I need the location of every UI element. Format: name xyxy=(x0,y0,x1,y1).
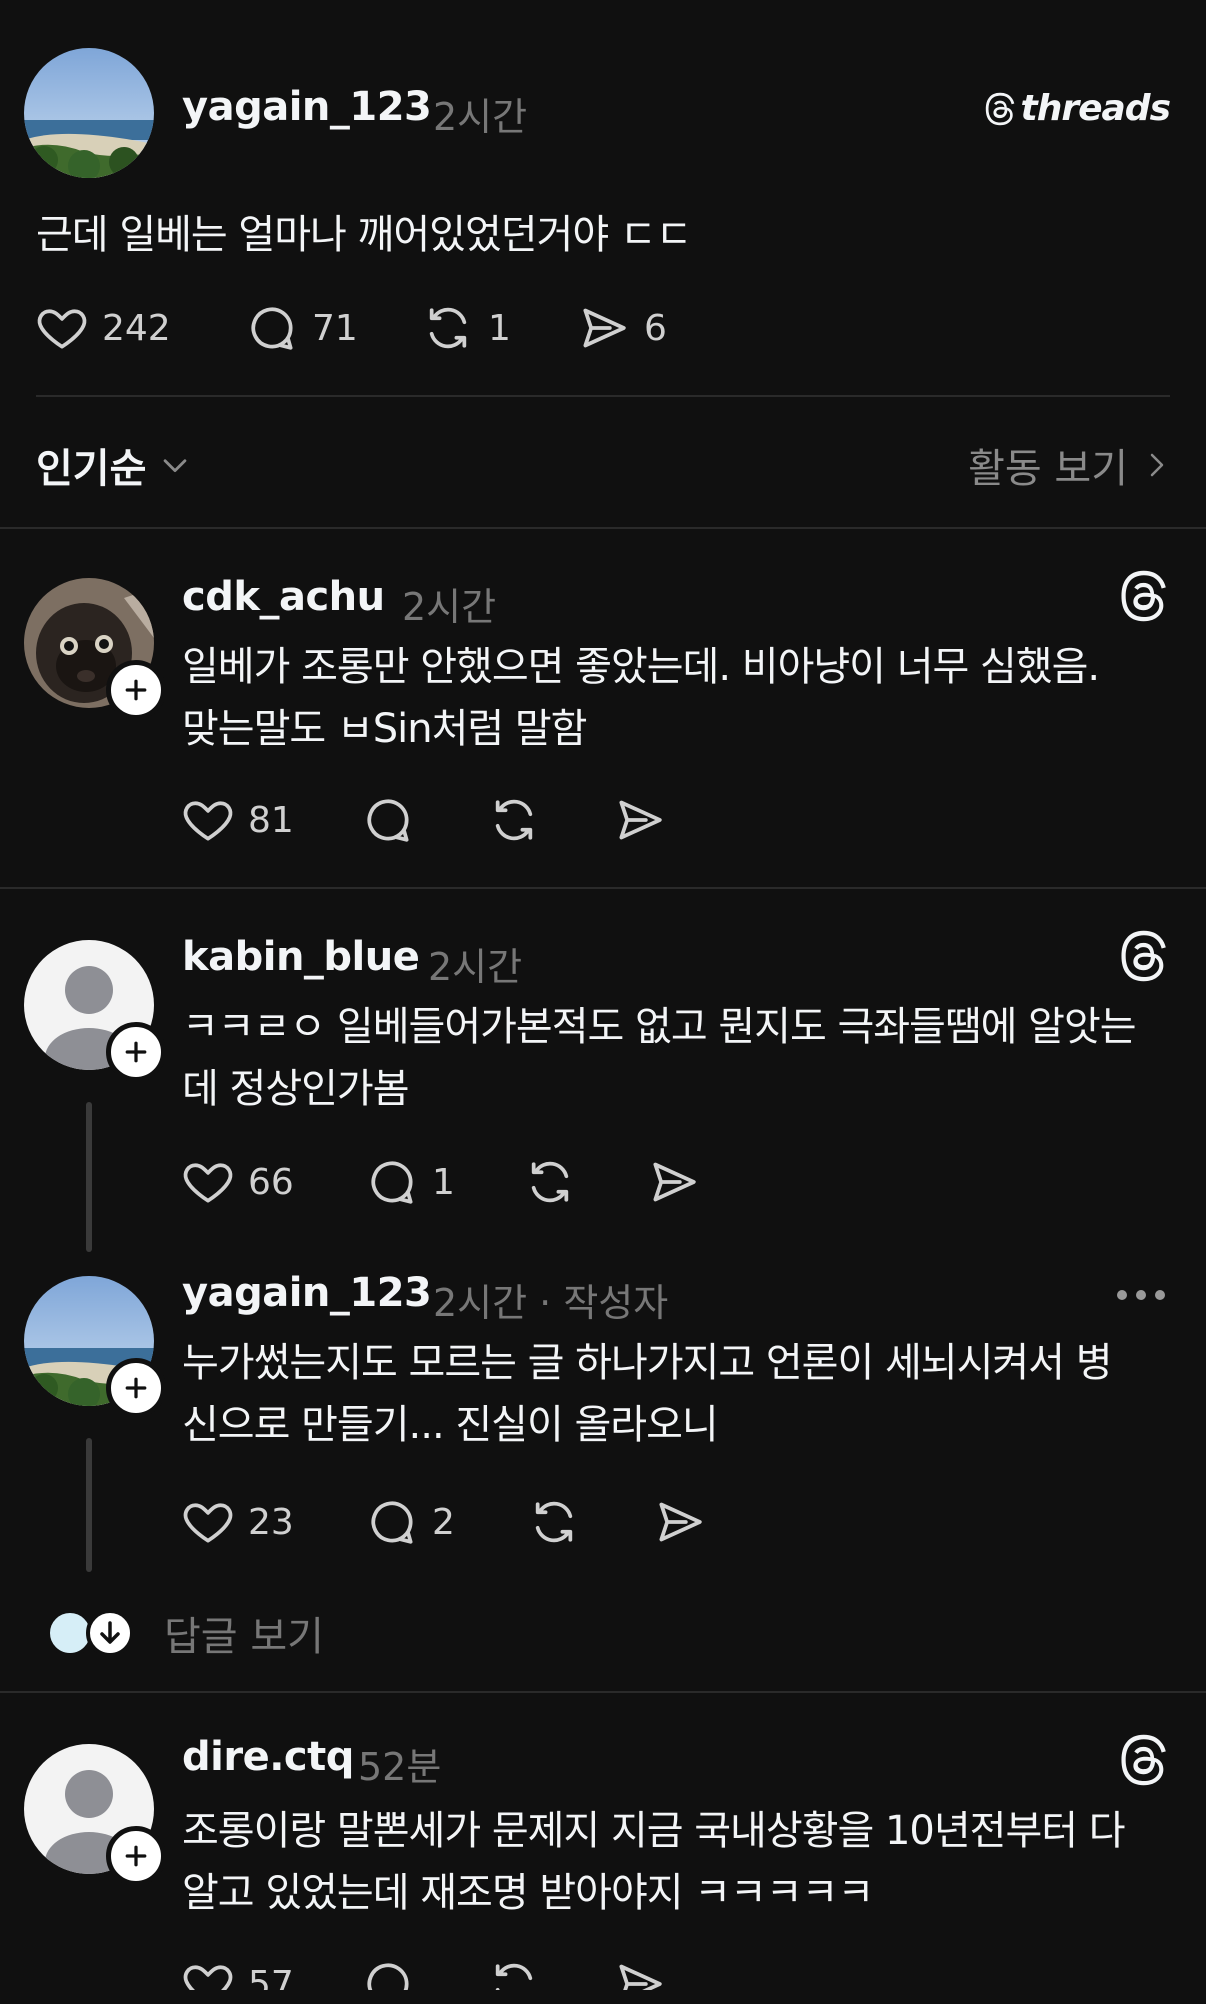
post-time: 2시간 xyxy=(433,95,528,139)
reply-username[interactable]: kabin_blue xyxy=(182,934,420,980)
more-dots-icon xyxy=(1117,1290,1165,1300)
chevron-right-icon xyxy=(1150,453,1164,477)
bottom-edge xyxy=(0,1990,1206,2004)
sort-label: 인기순 xyxy=(36,446,147,492)
threads-logo-icon xyxy=(985,92,1014,125)
chevron-down-icon xyxy=(164,459,187,473)
view-replies-button[interactable]: 답글 보기 xyxy=(44,1604,324,1662)
reply-time: 52분 xyxy=(358,1745,442,1789)
repost-icon xyxy=(495,799,533,841)
post-username[interactable]: yagain_123 xyxy=(182,84,432,130)
repost-button[interactable] xyxy=(486,792,542,848)
threads-badge xyxy=(1114,928,1170,984)
view-activity-label: 활동 보기 xyxy=(968,446,1128,492)
repost-icon xyxy=(535,1501,573,1543)
reply-time: 2시간 xyxy=(402,585,497,629)
beach-photo-avatar-icon xyxy=(24,48,154,178)
threads-icon xyxy=(1121,930,1166,982)
repost-icon xyxy=(429,307,467,349)
comment-icon xyxy=(251,307,293,350)
send-icon xyxy=(659,1502,702,1542)
heart-icon xyxy=(183,801,233,841)
threads-badge xyxy=(1114,1732,1170,1788)
repost-button[interactable] xyxy=(522,1154,578,1210)
reply-username[interactable]: dire.ctq xyxy=(182,1734,354,1780)
reply-text: ㅋㅋㄹㅇ 일베들어가본적도 없고 뭔지도 극좌들땜에 알앗는데 정상인가봄 xyxy=(182,1004,1137,1112)
heart-icon xyxy=(37,309,87,349)
plus-icon xyxy=(125,1845,147,1867)
divider xyxy=(0,887,1206,889)
like-button[interactable]: 66 xyxy=(180,1154,294,1210)
send-icon xyxy=(583,308,626,348)
repost-button[interactable] xyxy=(526,1494,582,1550)
like-button[interactable]: 23 xyxy=(180,1494,294,1550)
send-icon xyxy=(653,1162,696,1202)
follow-plus-button[interactable] xyxy=(106,660,166,720)
comment-icon xyxy=(367,799,409,842)
share-button[interactable] xyxy=(652,1494,708,1550)
repost-button[interactable]: 1 xyxy=(420,300,511,356)
reply-username[interactable]: yagain_123 xyxy=(182,1270,432,1316)
thread-connector-line xyxy=(86,1102,92,1252)
repost-icon xyxy=(531,1161,569,1203)
threads-logo[interactable]: threads xyxy=(981,88,1171,129)
threads-badge xyxy=(1114,568,1170,624)
like-count: 23 xyxy=(248,1501,294,1543)
reply-text: 누가썼는지도 모르는 글 하나가지고 언론이 세뇌시켜서 병신으로 만들기...… xyxy=(182,1340,1113,1448)
thread-connector-line xyxy=(86,1438,92,1572)
share-button[interactable] xyxy=(646,1154,702,1210)
divider xyxy=(36,395,1170,397)
sort-dropdown[interactable]: 인기순 xyxy=(36,436,192,494)
like-count: 242 xyxy=(102,307,171,349)
more-options-button[interactable] xyxy=(1116,1282,1166,1308)
follow-plus-button[interactable] xyxy=(106,1826,166,1886)
reply-time: 2시간 xyxy=(428,945,523,989)
like-count: 66 xyxy=(248,1161,294,1203)
reply-time: 2시간 · 작성자 xyxy=(433,1281,669,1325)
share-count: 6 xyxy=(644,307,667,349)
repost-count: 1 xyxy=(488,307,511,349)
plus-icon xyxy=(125,1377,147,1399)
share-button[interactable]: 6 xyxy=(576,300,667,356)
reply-text: 조롱이랑 말뽄세가 문제지 지금 국내상황을 10년전부터 다 알고 있었는데 … xyxy=(182,1808,1126,1916)
comment-icon xyxy=(371,1501,413,1544)
like-count: 81 xyxy=(248,799,294,841)
follow-plus-button[interactable] xyxy=(106,1358,166,1418)
plus-icon xyxy=(125,1041,147,1063)
share-button[interactable] xyxy=(612,792,668,848)
comment-button[interactable] xyxy=(360,792,416,848)
divider xyxy=(0,527,1206,529)
reply-username[interactable]: cdk_achu xyxy=(182,574,385,620)
avatar[interactable] xyxy=(24,48,154,178)
plus-icon xyxy=(125,679,147,701)
reply-text: 일베가 조롱만 안했으면 좋았는데. 비아냥이 너무 심했음. 맞는말도 ㅂSi… xyxy=(182,644,1100,752)
post-text: 근데 일베는 얼마나 깨어있었던거야 ㄷㄷ xyxy=(36,212,692,258)
threads-logo-text: threads xyxy=(1020,88,1171,129)
threads-icon xyxy=(1121,570,1166,622)
send-icon xyxy=(619,800,662,840)
comment-count: 71 xyxy=(312,307,358,349)
like-button[interactable]: 81 xyxy=(180,792,294,848)
comment-button[interactable]: 1 xyxy=(364,1154,455,1210)
threads-post-page: yagain_123 2시간 threads 근데 일베는 얼마나 깨어있었던거… xyxy=(0,0,1206,2004)
heart-icon xyxy=(183,1163,233,1203)
comment-count: 2 xyxy=(432,1501,455,1543)
heart-icon xyxy=(183,1503,233,1543)
comment-icon xyxy=(371,1161,413,1204)
threads-icon xyxy=(1121,1734,1166,1786)
divider xyxy=(0,1691,1206,1693)
reply-avatars-icon xyxy=(46,1609,134,1657)
comment-button[interactable]: 71 xyxy=(244,300,358,356)
view-replies-label: 답글 보기 xyxy=(164,1614,324,1660)
view-activity-link[interactable]: 활동 보기 xyxy=(968,436,1172,494)
follow-plus-button[interactable] xyxy=(106,1022,166,1082)
comment-button[interactable]: 2 xyxy=(364,1494,455,1550)
comment-count: 1 xyxy=(432,1161,455,1203)
like-button[interactable]: 242 xyxy=(34,300,171,356)
